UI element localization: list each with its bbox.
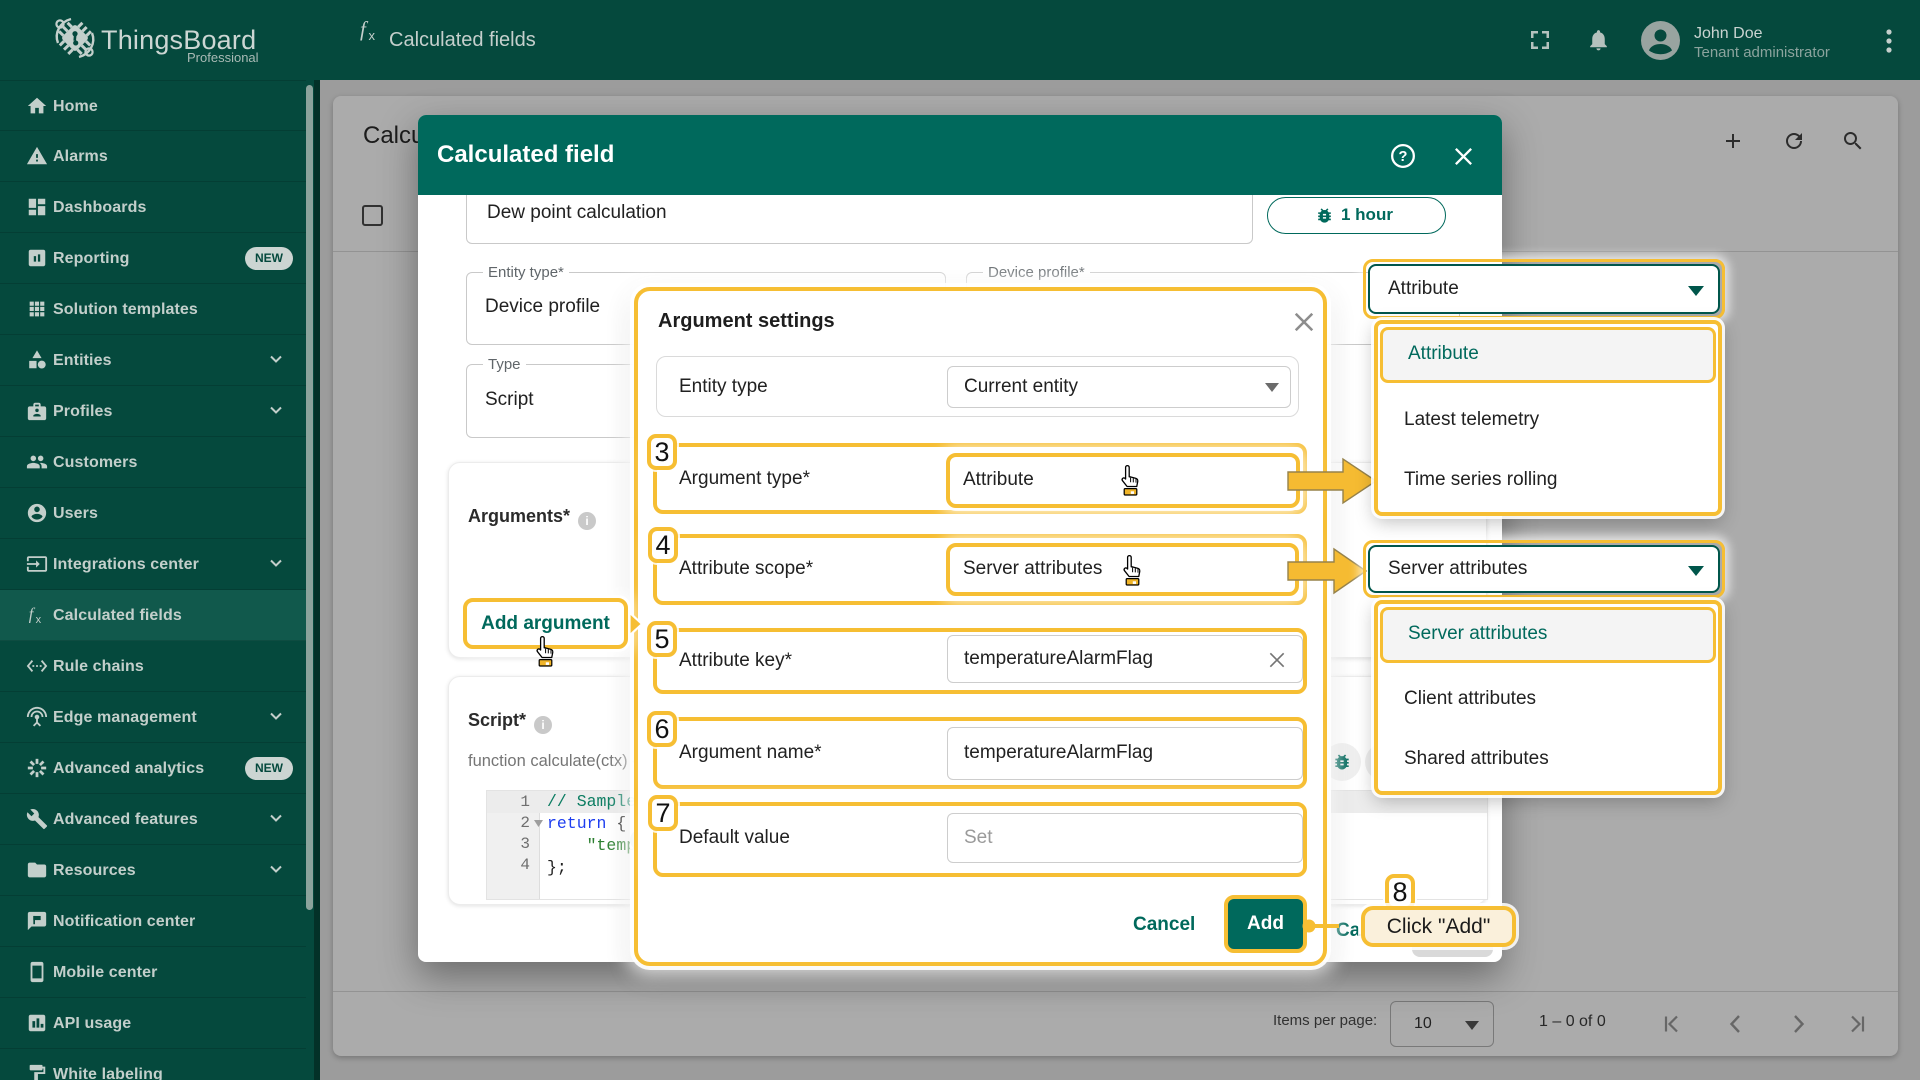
svg-text:x: x [369,28,376,43]
svg-text:x: x [36,614,42,626]
svg-text:f: f [29,605,36,624]
svg-text:?: ? [1399,149,1408,165]
